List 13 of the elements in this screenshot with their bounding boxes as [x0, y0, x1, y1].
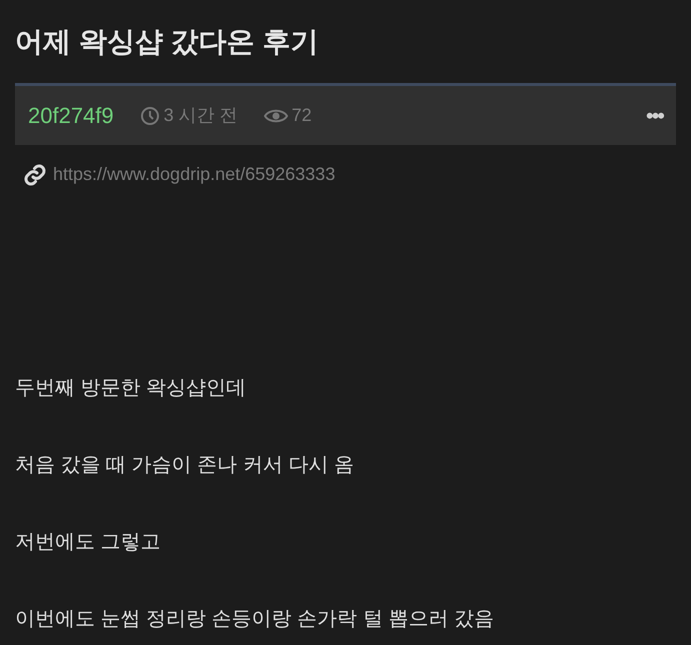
- post-link[interactable]: https://www.dogdrip.net/659263333: [53, 161, 336, 188]
- view-count: 72: [292, 104, 312, 127]
- paragraph: 저번에도 그렇고: [15, 530, 162, 555]
- post-title: 어제 왁싱샵 갔다온 후기: [15, 25, 320, 59]
- paragraph: 처음 갔을 때 가슴이 존나 커서 다시 옴: [15, 453, 355, 478]
- paragraph: 두번째 방문한 왁싱샵인데: [15, 376, 248, 401]
- paragraph: 이번에도 눈썹 정리랑 손등이랑 손가락 털 뽑으러 갔음: [15, 607, 495, 632]
- post-time: 3 시간 전: [164, 104, 238, 127]
- eye-icon: [264, 108, 288, 124]
- author-name[interactable]: 20f274f9: [28, 99, 114, 132]
- more-button[interactable]: •••: [646, 104, 663, 126]
- link-icon: [23, 162, 47, 186]
- clock-icon: [140, 106, 160, 126]
